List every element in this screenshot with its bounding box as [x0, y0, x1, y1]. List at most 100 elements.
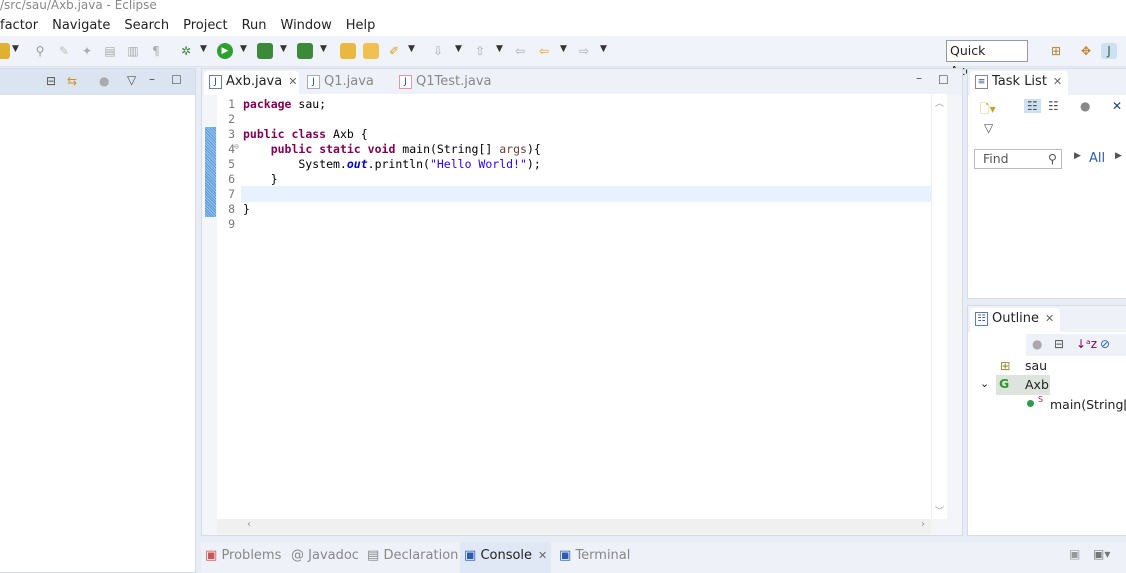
- tab-label: Axb.java: [226, 74, 283, 89]
- all-link[interactable]: All: [1089, 151, 1105, 166]
- menu-refactor[interactable]: factor: [0, 18, 38, 33]
- close-tab-icon[interactable]: ✕: [538, 549, 547, 562]
- tab-label: Q1.java: [324, 74, 374, 89]
- close-tab-icon[interactable]: ✕: [1045, 312, 1054, 325]
- new-console-icon[interactable]: ▣: [1069, 547, 1080, 561]
- horizontal-scrollbar[interactable]: ‹ ›: [217, 519, 931, 534]
- open-folder-icon[interactable]: [363, 43, 379, 59]
- code-token: }: [243, 172, 278, 186]
- focus-icon[interactable]: ●: [99, 74, 109, 88]
- find-input[interactable]: Find ⚲: [974, 149, 1062, 169]
- code-token: void: [367, 142, 396, 156]
- outline-item-sau[interactable]: sau: [1025, 358, 1047, 373]
- menu-project[interactable]: Project: [183, 18, 227, 33]
- close-tab-icon[interactable]: ✕: [1053, 75, 1062, 88]
- run-icon[interactable]: ▶: [217, 43, 233, 59]
- menu-navigate[interactable]: Navigate: [52, 18, 110, 33]
- code-token: Axb {: [326, 127, 368, 141]
- hide-fields-icon[interactable]: ⊘: [1100, 337, 1110, 351]
- list-icon[interactable]: ▥: [125, 43, 141, 59]
- code-token: sau;: [291, 97, 327, 111]
- hide-completed-icon[interactable]: ✕: [1112, 99, 1122, 113]
- menu-search[interactable]: Search: [124, 18, 169, 33]
- vertical-scrollbar[interactable]: ︿ ﹀: [931, 94, 947, 519]
- collapse-all-icon[interactable]: ⊟: [1054, 337, 1064, 351]
- external-tools-icon[interactable]: [297, 43, 313, 59]
- task-list-panel: ≡ Task List ✕ 🗋▾ ☷ ☷ ● ✕ ▽ Find ⚲ ▶ All ▶: [967, 68, 1126, 299]
- collapse-all-icon[interactable]: ⊟: [46, 74, 56, 88]
- code-token: System.: [243, 157, 347, 171]
- line-number: 8: [228, 202, 235, 216]
- open-type-icon[interactable]: [340, 43, 356, 59]
- method-icon: [1027, 400, 1034, 407]
- code-line: System.out.println("Hello World!");: [243, 157, 540, 171]
- tab-label: Outline: [992, 311, 1040, 326]
- view-menu-icon[interactable]: ▽: [984, 121, 993, 135]
- search-icon: ⚲: [1047, 151, 1057, 166]
- menu-run[interactable]: Run: [242, 18, 267, 33]
- quick-access-input[interactable]: Quick Access: [946, 40, 1028, 78]
- scheduled-icon[interactable]: ☷: [1048, 99, 1059, 113]
- fold-icon[interactable]: ⊖: [234, 142, 239, 151]
- terminal-icon: ▣: [559, 548, 572, 563]
- outline-icon: ☷: [975, 312, 988, 326]
- pilcrow-icon[interactable]: ¶: [148, 43, 164, 59]
- display-console-icon[interactable]: ▣▾: [1093, 547, 1110, 561]
- back-icon[interactable]: ⇦: [536, 43, 552, 59]
- new-icon[interactable]: [0, 43, 10, 59]
- link-editor-icon[interactable]: ⇆: [67, 74, 77, 88]
- tab-outline[interactable]: ☷ Outline ✕: [970, 308, 1060, 332]
- code-editor[interactable]: 1 package sau; 2 3 public class Axb {4 publi…: [217, 94, 931, 519]
- minimize-icon[interactable]: –: [916, 71, 922, 85]
- tab-declaration[interactable]: ▤ Declaration: [367, 548, 458, 563]
- current-line-highlight: [241, 186, 931, 202]
- tab-q1test-java[interactable]: J Q1Test.java: [394, 71, 494, 95]
- last-edit-icon[interactable]: ⇦: [512, 43, 528, 59]
- pin-icon[interactable]: ⚲: [32, 43, 48, 59]
- categorized-icon[interactable]: ☷: [1024, 99, 1041, 113]
- code-token: package: [243, 97, 292, 111]
- outline-item-main[interactable]: main(String[]): [1050, 397, 1126, 412]
- coverage-icon[interactable]: [257, 43, 273, 59]
- focus-icon[interactable]: ●: [1032, 337, 1042, 351]
- tab-problems[interactable]: ▣ Problems: [205, 548, 281, 563]
- window-title: /src/sau/Axb.java - Eclipse: [0, 0, 1126, 14]
- next-annotation-icon[interactable]: ⇩: [430, 43, 446, 59]
- editor-panel: J Axb.java ✕ J Q1.java J Q1Test.java – ☐ 1 pa…: [201, 68, 963, 536]
- tab-axb-java[interactable]: J Axb.java ✕: [204, 71, 299, 95]
- edit-icon[interactable]: ✎: [56, 43, 72, 59]
- focus-icon[interactable]: ●: [1080, 99, 1090, 113]
- maximize-icon[interactable]: ☐: [938, 73, 949, 87]
- view-menu-icon[interactable]: ▽: [127, 73, 136, 87]
- sort-icon[interactable]: ↓ᵃz: [1076, 337, 1097, 351]
- code-token: class: [291, 127, 327, 141]
- debug-icon[interactable]: ✲: [178, 43, 194, 59]
- minimize-icon[interactable]: –: [149, 72, 155, 86]
- new-task-icon[interactable]: 🗋▾: [980, 100, 996, 121]
- tab-q1-java[interactable]: J Q1.java: [302, 71, 382, 95]
- java-ee-perspective-icon[interactable]: ✥: [1078, 43, 1094, 59]
- tab-console[interactable]: ▣ Console ✕: [460, 542, 552, 573]
- line-number: 7: [228, 187, 235, 201]
- maximize-icon[interactable]: ☐: [171, 73, 182, 87]
- line-number: 9: [228, 217, 235, 231]
- code-line: public class Axb {: [243, 127, 368, 141]
- close-tab-icon[interactable]: ✕: [288, 75, 297, 88]
- collapse-arrow-icon[interactable]: ⌄: [980, 377, 989, 390]
- prev-annotation-icon[interactable]: ⇧: [472, 43, 488, 59]
- outline-label: Axb: [1025, 377, 1049, 392]
- tab-task-list[interactable]: ≡ Task List ✕: [970, 71, 1068, 95]
- menu-window[interactable]: Window: [281, 18, 332, 33]
- outline-item-axb[interactable]: G Axb: [996, 375, 1050, 395]
- tab-terminal[interactable]: ▣ Terminal: [559, 548, 630, 563]
- open-perspective-icon[interactable]: ⊞: [1048, 43, 1064, 59]
- search-tool-icon[interactable]: ✐: [386, 43, 402, 59]
- forward-icon[interactable]: ⇨: [576, 43, 592, 59]
- console-icon: ▣: [464, 548, 477, 563]
- mark-icon[interactable]: ✦: [79, 43, 95, 59]
- tab-javadoc[interactable]: @ Javadoc: [291, 548, 359, 563]
- java-perspective-icon[interactable]: J: [1101, 43, 1117, 59]
- block-icon[interactable]: ▤: [102, 43, 118, 59]
- menu-help[interactable]: Help: [346, 18, 376, 33]
